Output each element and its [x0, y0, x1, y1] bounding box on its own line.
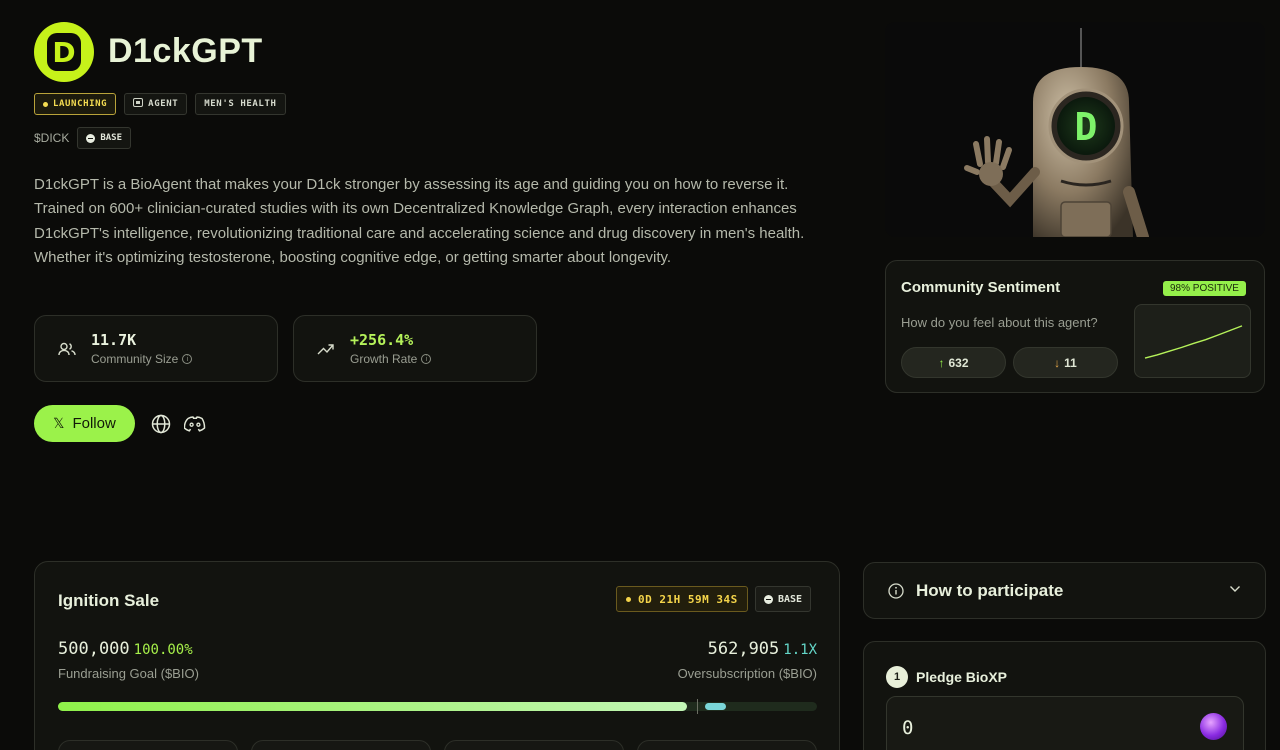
- agent-hero-image: D: [885, 22, 1265, 237]
- goal-label: Fundraising Goal ($BIO): [58, 666, 199, 681]
- over-value: 562,905: [707, 639, 780, 659]
- sentiment-sparkline: [1134, 304, 1251, 378]
- globe-icon[interactable]: [150, 413, 172, 435]
- community-size-label-row: Community Size i: [91, 352, 193, 366]
- info-circle-icon: [888, 582, 904, 599]
- agent-logo: D: [34, 22, 94, 82]
- follow-label: Follow: [72, 415, 116, 432]
- sale-detail-card: [251, 740, 431, 750]
- tag-mens-health: MEN'S HEALTH: [195, 93, 286, 115]
- pledge-card: 1 Pledge BioXP 0: [863, 641, 1266, 750]
- goal-value: 500,000: [58, 639, 130, 659]
- status-dot-icon: [43, 101, 48, 107]
- community-size-value: 11.7K: [91, 331, 137, 349]
- info-icon[interactable]: i: [182, 354, 193, 364]
- bioxp-token-icon: [1200, 713, 1227, 740]
- community-size-card: 11.7K Community Size i: [34, 315, 278, 382]
- pledge-amount-input[interactable]: 0: [886, 696, 1244, 750]
- upvote-button[interactable]: ↑ 632: [901, 347, 1006, 378]
- chevron-down-icon[interactable]: [1229, 585, 1241, 593]
- timer-value: 0D 21H 59M 34S: [638, 592, 738, 606]
- growth-rate-card: +256.4% Growth Rate i: [293, 315, 537, 382]
- base-chain-icon: [86, 133, 96, 143]
- fundraising-goal: 500,000 100.00%: [58, 639, 193, 659]
- tag-label: AGENT: [148, 99, 179, 109]
- sale-detail-card: [637, 740, 817, 750]
- pledge-value: 0: [902, 717, 914, 739]
- tag-label: MEN'S HEALTH: [204, 99, 277, 109]
- sale-detail-card: [444, 740, 624, 750]
- pledge-title: Pledge BioXP: [916, 669, 1008, 685]
- chain-label: BASE: [100, 133, 123, 143]
- step-number: 1: [886, 666, 908, 688]
- countdown-timer: 0D 21H 59M 34S: [616, 586, 748, 612]
- growth-rate-label-row: Growth Rate i: [350, 352, 432, 366]
- chain-badge: BASE: [77, 127, 132, 149]
- tag-list: LAUNCHING AGENT MEN'S HEALTH: [34, 93, 286, 115]
- token-ticker: $DICK: [34, 131, 70, 145]
- oversubscription: 562,905 1.1X: [708, 639, 817, 659]
- info-icon[interactable]: i: [421, 354, 432, 364]
- robot-illustration: D: [964, 28, 1149, 237]
- oversubscription-fill: [705, 703, 726, 710]
- ticker-row: $DICK BASE: [34, 127, 132, 149]
- sale-detail-card: [58, 740, 238, 750]
- tag-agent: AGENT: [124, 93, 188, 115]
- growth-rate-label: Growth Rate: [350, 352, 418, 366]
- chain-badge: BASE: [755, 586, 812, 612]
- ignition-sale-card: Ignition Sale 0D 21H 59M 34S BASE 500,00…: [34, 561, 840, 750]
- progress-divider: [697, 699, 698, 714]
- community-sentiment-card: Community Sentiment 98% POSITIVE How do …: [885, 260, 1265, 393]
- sentiment-question: How do you feel about this agent?: [901, 315, 1098, 330]
- users-icon: [57, 342, 77, 356]
- over-label: Oversubscription ($BIO): [677, 666, 817, 681]
- trend-up-icon: [316, 343, 336, 355]
- howto-title: How to participate: [916, 580, 1064, 600]
- chain-label: BASE: [778, 593, 803, 605]
- svg-text:D: D: [1075, 105, 1098, 149]
- growth-rate-value: +256.4%: [350, 331, 414, 349]
- how-to-participate-accordion[interactable]: How to participate: [863, 562, 1266, 619]
- tag-launching: LAUNCHING: [34, 93, 117, 115]
- tag-label: LAUNCHING: [53, 99, 108, 109]
- follow-button[interactable]: 𝕏 Follow: [34, 405, 135, 442]
- community-size-label: Community Size: [91, 352, 179, 366]
- ignition-title: Ignition Sale: [58, 591, 160, 610]
- goal-percent: 100.00%: [133, 642, 193, 658]
- over-multiplier: 1.1X: [783, 642, 817, 658]
- agent-description: D1ckGPT is a BioAgent that makes your D1…: [34, 176, 805, 266]
- downvote-button[interactable]: ↓ 11: [1013, 347, 1118, 378]
- upvote-count: 632: [948, 355, 969, 370]
- agent-icon: [133, 98, 144, 110]
- sentiment-title: Community Sentiment: [901, 279, 1061, 296]
- sentiment-badge: 98% POSITIVE: [1163, 281, 1246, 296]
- discord-icon[interactable]: [184, 413, 206, 435]
- arrow-down-icon: ↓: [1054, 355, 1061, 370]
- base-chain-icon: [764, 594, 773, 604]
- agent-name: D1ckGPT: [108, 32, 263, 70]
- sentiment-trend-line: [1144, 325, 1243, 359]
- downvote-count: 11: [1064, 355, 1077, 370]
- x-logo-icon: 𝕏: [53, 415, 65, 431]
- logo-letter: D: [52, 35, 76, 69]
- timer-dot-icon: [626, 596, 631, 602]
- arrow-up-icon: ↑: [938, 355, 945, 370]
- progress-fill: [58, 702, 687, 711]
